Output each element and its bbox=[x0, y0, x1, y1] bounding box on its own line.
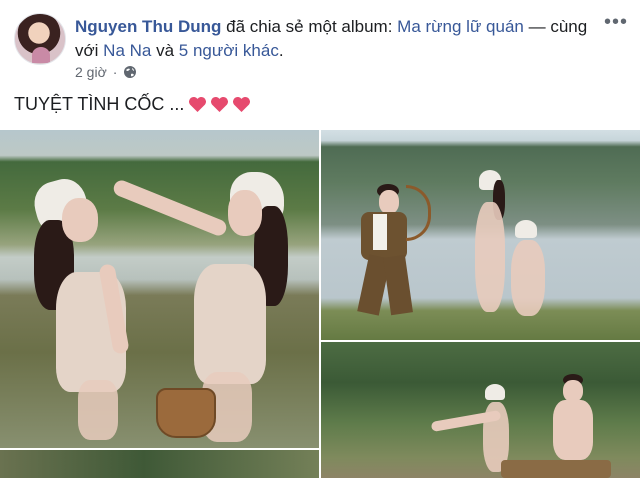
post-caption: TUYỆT TÌNH CỐC ... bbox=[14, 94, 251, 115]
tagged-friend-link[interactable]: Na Na bbox=[103, 41, 151, 60]
album-photo-3[interactable] bbox=[321, 342, 640, 478]
period-text: . bbox=[278, 41, 284, 60]
photo-figure-right bbox=[111, 172, 300, 442]
album-link[interactable]: Ma rừng lữ quán bbox=[397, 17, 524, 36]
post-meta: 2 giờ · bbox=[75, 64, 137, 80]
author-avatar[interactable] bbox=[14, 13, 66, 65]
photo-figure-left bbox=[18, 174, 148, 440]
meta-separator: · bbox=[112, 64, 118, 80]
globe-icon[interactable] bbox=[123, 65, 137, 79]
caption-text: TUYỆT TÌNH CỐC ... bbox=[14, 94, 185, 114]
others-link[interactable]: 5 người khác bbox=[179, 41, 279, 60]
post-time[interactable]: 2 giờ bbox=[75, 64, 107, 80]
photo-figure-woman-kneeling bbox=[501, 220, 561, 320]
album-photo-2[interactable] bbox=[321, 130, 640, 340]
album-photo-4[interactable] bbox=[0, 450, 319, 478]
and-text: và bbox=[156, 41, 175, 60]
caption-hearts bbox=[188, 96, 251, 113]
bow-shape bbox=[406, 185, 431, 241]
post-header-text: Nguyen Thu Dung đã chia sẻ một album: Ma… bbox=[75, 15, 595, 63]
post-header: Nguyen Thu Dung đã chia sẻ một album: Ma… bbox=[0, 0, 640, 130]
wooden-tub bbox=[501, 460, 611, 478]
heart-icon bbox=[188, 96, 207, 113]
more-options-icon[interactable]: ••• bbox=[604, 12, 628, 34]
album-photo-1[interactable] bbox=[0, 130, 319, 448]
shared-text: đã chia sẻ một album: bbox=[226, 17, 393, 36]
heart-icon bbox=[210, 96, 229, 113]
author-name-link[interactable]: Nguyen Thu Dung bbox=[75, 17, 221, 36]
heart-icon bbox=[232, 96, 251, 113]
